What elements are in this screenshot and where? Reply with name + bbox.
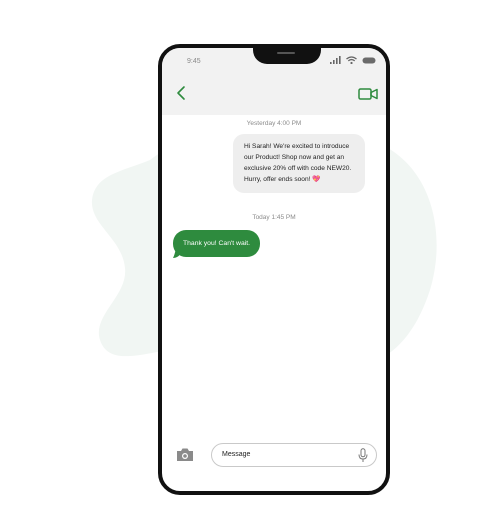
message-line: Hi Sarah! We're excited to introduce: [244, 143, 350, 150]
message-input-placeholder: Message: [222, 451, 251, 458]
status-icons: [330, 56, 376, 64]
message-line: exclusive 20% off with code NEW20.: [244, 165, 352, 172]
message-timestamp: Today 1:45 PM: [252, 214, 296, 221]
wifi-icon: [346, 56, 357, 64]
message-input[interactable]: Message: [211, 443, 377, 467]
status-time: 9:45: [187, 58, 201, 65]
phone-notch: [253, 48, 321, 64]
message-line: Hurry, offer ends soon! 💖: [244, 176, 321, 183]
back-chevron-icon[interactable]: [174, 85, 190, 101]
camera-icon[interactable]: [176, 447, 194, 462]
cellular-signal-icon: [330, 56, 341, 64]
incoming-message-bubble: Hi Sarah! We're excited to introduce our…: [233, 134, 365, 193]
message-timestamp: Yesterday 4:00 PM: [246, 120, 302, 127]
microphone-icon[interactable]: [358, 448, 368, 463]
message-line: our Product! Shop now and get an: [244, 154, 345, 161]
battery-icon: [362, 57, 376, 63]
notch-speaker: [277, 52, 295, 54]
video-camera-icon[interactable]: [358, 87, 378, 101]
phone-frame: 9:45 Yesterday 4:00 PM Hi Sarah! We're e…: [158, 44, 390, 495]
outgoing-message-bubble: Thank you! Can't wait.: [173, 230, 261, 257]
